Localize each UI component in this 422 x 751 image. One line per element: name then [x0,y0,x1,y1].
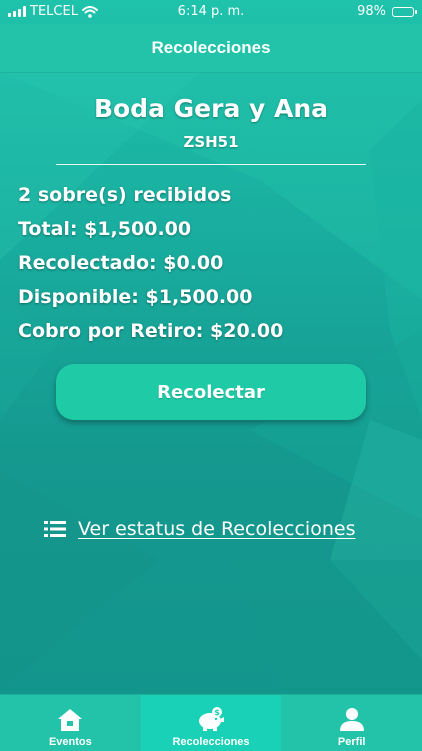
list-icon [44,521,66,537]
svg-text:$: $ [214,708,220,717]
total-amount: Total: $1,500.00 [18,218,192,240]
tab-events[interactable]: Eventos [0,695,141,751]
event-name: Boda Gera y Ana [93,94,329,123]
tab-collections-label: Recolecciones [172,736,250,748]
collect-button[interactable]: Recolectar [56,364,366,420]
tab-bar: Eventos $ Recolecciones Perfil [0,694,422,751]
nav-title: Recolecciones [151,38,271,57]
tab-events-label: Eventos [48,736,92,748]
status-bar: TELCEL 6:14 p. m. 98% [0,0,422,24]
user-icon [339,708,364,731]
collected-amount: Recolectado: $0.00 [18,252,224,274]
battery-icon [392,6,417,17]
tab-profile-label: Perfil [337,736,366,748]
available-amount: Disponible: $1,500.00 [18,286,253,308]
withdrawal-fee: Cobro por Retiro: $20.00 [18,320,284,342]
collection-status-link[interactable]: Ver estatus de Recolecciones [44,518,355,540]
event-code: ZSH51 [183,133,239,151]
home-icon [58,709,83,731]
tab-profile[interactable]: Perfil [281,695,422,751]
collection-status-label: Ver estatus de Recolecciones [78,518,356,540]
nav-bar: Recolecciones [0,24,422,73]
piggy-bank-icon: $ [199,707,224,731]
envelopes-received: 2 sobre(s) recibidos [18,184,232,206]
summary-list: 2 sobre(s) recibidos Total: $1,500.00 Re… [18,181,283,351]
tab-collections[interactable]: $ Recolecciones [140,695,282,751]
battery-percent: 98% [357,4,386,19]
status-bar-right: 98% [357,4,417,19]
divider [56,164,366,165]
